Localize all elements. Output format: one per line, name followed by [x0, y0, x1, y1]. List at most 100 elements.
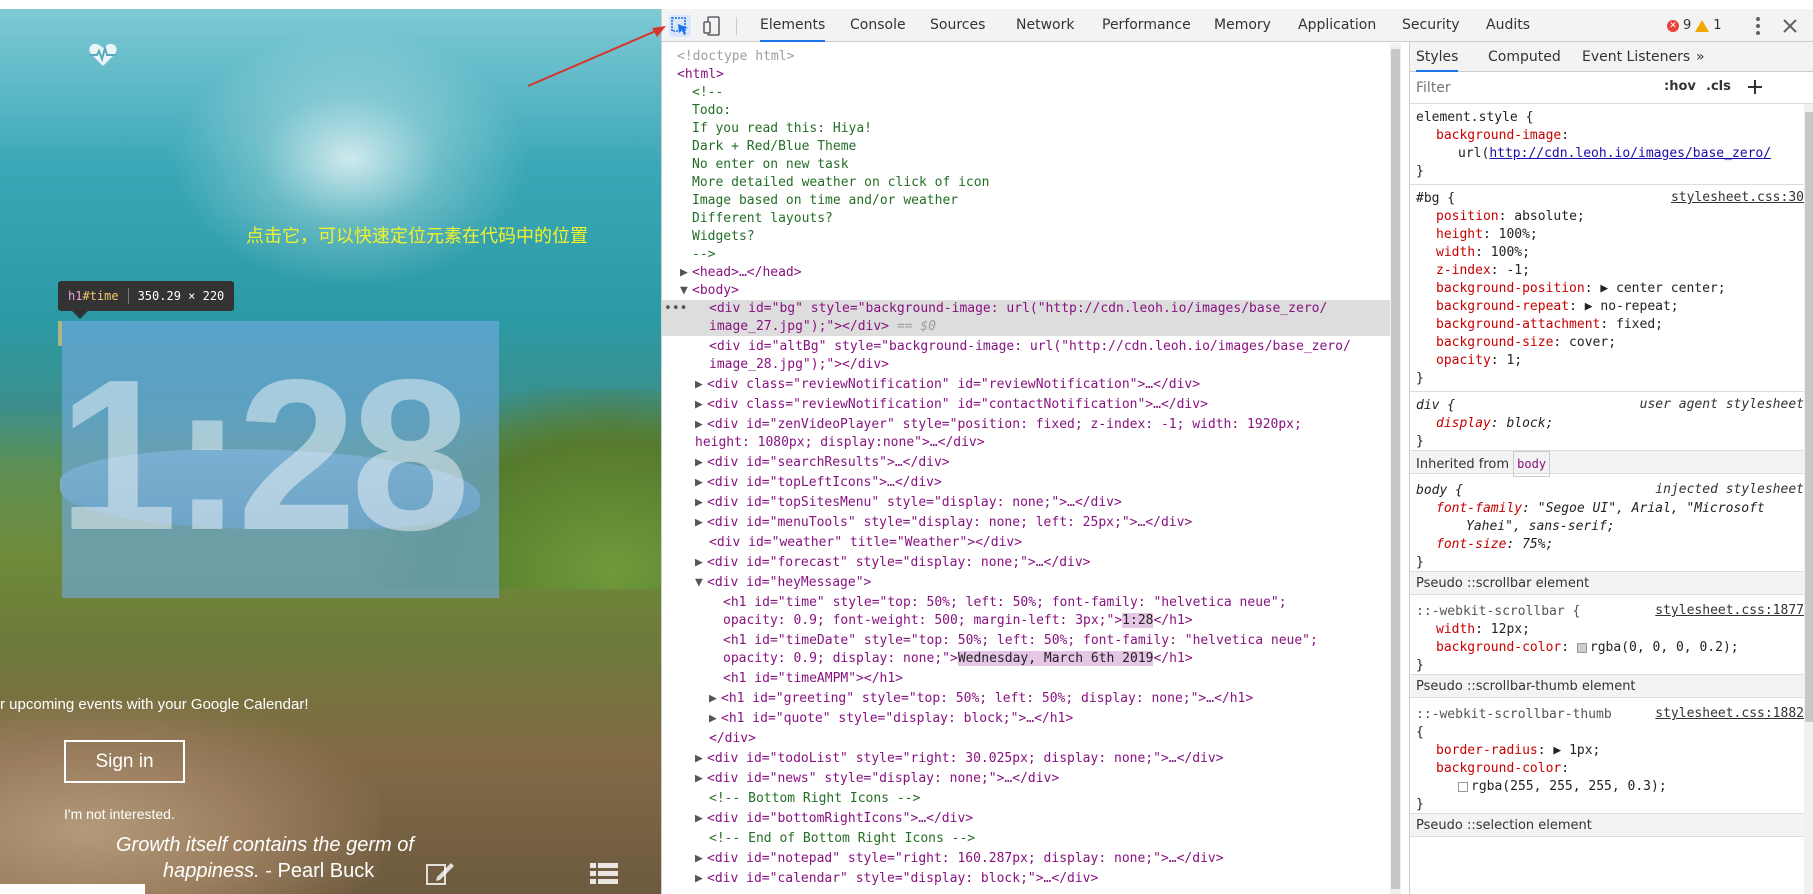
dom-line[interactable]: ▶ <div id="calendar" style="display: bloc… [695, 870, 1098, 888]
dom-line[interactable]: ▶ <div id="searchResults">…</div> [695, 454, 950, 472]
styles-scrollbar-thumb[interactable] [1805, 112, 1813, 722]
tab-event-listeners[interactable]: Event Listeners [1582, 42, 1690, 72]
inspect-element-icon[interactable] [669, 15, 691, 37]
tab-audits[interactable]: Audits [1486, 9, 1530, 42]
styles-filter-input[interactable] [1416, 77, 1656, 99]
dom-line[interactable]: ▼ <div id="heyMessage"> [695, 574, 871, 592]
ellipsis-icon[interactable]: ••• [664, 300, 687, 318]
style-property[interactable]: border-radius: ▶ 1px; [1436, 742, 1600, 760]
tab-console[interactable]: Console [850, 9, 906, 42]
new-style-rule-icon[interactable] [1746, 78, 1764, 96]
dom-line[interactable]: <!-- Bottom Right Icons --> [709, 790, 920, 808]
dom-line[interactable]: <!doctype html> [677, 48, 794, 66]
tab-application[interactable]: Application [1298, 9, 1376, 42]
dom-line[interactable]: Dark + Red/Blue Theme [692, 138, 856, 156]
dom-line[interactable]: <html> [677, 66, 724, 84]
not-interested-link[interactable]: I'm not interested. [64, 806, 175, 822]
dom-line[interactable]: <!-- End of Bottom Right Icons --> [709, 830, 975, 848]
dom-line[interactable]: ▶ <h1 id="quote" style="display: block;">… [709, 710, 1073, 728]
dom-line[interactable]: Image based on time and/or weather [692, 192, 958, 210]
tab-network[interactable]: Network [1016, 9, 1074, 42]
dom-line[interactable]: <div id="weather" title="Weather"></div> [709, 534, 1022, 552]
dom-line-selected[interactable]: image_27.jpg");"></div> == $0 [662, 318, 1390, 336]
heart-pulse-icon[interactable] [88, 42, 118, 68]
style-property[interactable]: background-color: rgba(0, 0, 0, 0.2); [1436, 639, 1739, 657]
dom-line[interactable]: ▶ <div id="zenVideoPlayer" style="positio… [695, 416, 1302, 434]
source-link[interactable]: stylesheet.css:1877 [1655, 603, 1804, 618]
style-property[interactable]: background-size: cover; [1436, 334, 1616, 352]
style-property[interactable]: background-image: [1436, 127, 1569, 145]
style-property[interactable]: display: block; [1436, 415, 1553, 433]
sign-in-button[interactable]: Sign in [64, 740, 185, 783]
dom-line[interactable]: <div id="altBg" style="background-image:… [709, 338, 1351, 356]
tab-styles[interactable]: Styles [1416, 42, 1459, 72]
dom-line[interactable]: <h1 id="timeDate" style="top: 50%; left:… [723, 632, 1318, 650]
dom-line[interactable]: ▶ <div id="forecast" style="display: none… [695, 554, 1091, 572]
dom-line[interactable]: No enter on new task [692, 156, 849, 174]
style-property[interactable]: width: 100%; [1436, 244, 1530, 262]
style-property[interactable]: font-family: "Segoe UI", Arial, "Microso… [1436, 500, 1765, 518]
dom-line[interactable]: ▶ <div id="topLeftIcons">…</div> [695, 474, 942, 492]
style-value[interactable]: rgba(255, 255, 255, 0.3); [1458, 778, 1667, 796]
dom-line[interactable]: <h1 id="timeAMPM"></h1> [723, 670, 903, 688]
dom-line[interactable]: ▶ <div class="reviewNotification" id="rev… [695, 376, 1200, 394]
tab-elements[interactable]: Elements [760, 9, 826, 42]
dom-line[interactable]: ▶ <div class="reviewNotification" id="con… [695, 396, 1208, 414]
more-options-icon[interactable] [1748, 15, 1768, 37]
style-property[interactable]: opacity: 1; [1436, 352, 1522, 370]
more-tabs-icon[interactable]: » [1696, 42, 1705, 72]
color-swatch[interactable] [1576, 642, 1587, 653]
dom-line[interactable]: height: 1080px; display:none">…</div> [695, 434, 985, 452]
dom-line[interactable]: ▶ <head>…</head> [680, 264, 802, 282]
dom-line[interactable]: ▶ <div id="topSitesMenu" style="display: … [695, 494, 1122, 512]
dom-line[interactable]: Different layouts? [692, 210, 833, 228]
style-value[interactable]: url(http://cdn.leoh.io/images/base_zero/ [1458, 145, 1771, 163]
close-icon[interactable] [1779, 15, 1801, 37]
tab-computed[interactable]: Computed [1488, 42, 1561, 72]
dom-line[interactable]: image_28.jpg");"></div> [709, 356, 889, 374]
dom-line[interactable]: </div> [709, 730, 756, 748]
tab-security[interactable]: Security [1402, 9, 1460, 42]
style-property[interactable]: background-position: ▶ center center; [1436, 280, 1726, 298]
style-property[interactable]: background-repeat: ▶ no-repeat; [1436, 298, 1679, 316]
tab-sources[interactable]: Sources [930, 9, 985, 42]
dom-line[interactable]: ▶ <h1 id="greeting" style="top: 50%; left… [709, 690, 1253, 708]
style-property[interactable]: background-color: [1436, 760, 1569, 778]
dom-line[interactable]: ▼ <body> [680, 282, 739, 300]
style-property[interactable]: width: 12px; [1436, 621, 1530, 639]
hov-toggle[interactable]: :hov [1664, 79, 1696, 94]
style-property[interactable]: font-size: 75%; [1436, 536, 1553, 554]
dom-line[interactable]: ▶ <div id="news" style="display: none;">…… [695, 770, 1059, 788]
dom-line[interactable]: <h1 id="time" style="top: 50%; left: 50%… [723, 594, 1287, 612]
dom-line[interactable]: Todo: [692, 102, 731, 120]
cls-toggle[interactable]: .cls [1706, 79, 1731, 94]
dom-line[interactable]: If you read this: Hiya! [692, 120, 872, 138]
rule-selector: element.style { [1416, 110, 1534, 125]
dom-line[interactable]: --> [692, 246, 715, 264]
source-link[interactable]: stylesheet.css:30 [1671, 190, 1804, 205]
dom-line[interactable]: opacity: 0.9; display: none;">Wednesday,… [723, 650, 1193, 668]
error-warning-counter[interactable]: ✕ 9 1 [1667, 9, 1722, 42]
style-property[interactable]: z-index: -1; [1436, 262, 1530, 280]
dom-line[interactable]: opacity: 0.9; font-weight: 500; margin-l… [723, 612, 1193, 630]
dom-line[interactable]: ▶ <div id="notepad" style="right: 160.287… [695, 850, 1224, 868]
dom-line[interactable]: <!-- [692, 84, 723, 102]
source-link[interactable]: stylesheet.css:1882 [1655, 706, 1804, 721]
elements-scrollbar-thumb[interactable] [1391, 49, 1400, 889]
style-property[interactable]: height: 100%; [1436, 226, 1538, 244]
tab-performance[interactable]: Performance [1102, 9, 1191, 42]
style-property[interactable]: position: absolute; [1436, 208, 1585, 226]
tab-memory[interactable]: Memory [1214, 9, 1271, 42]
dom-line[interactable]: More detailed weather on click of icon [692, 174, 989, 192]
notepad-icon[interactable] [425, 860, 455, 886]
dom-line-selected[interactable]: <div id="bg" style="background-image: ur… [662, 300, 1390, 318]
device-toolbar-icon[interactable] [702, 15, 724, 37]
dom-line[interactable]: ▶ <div id="menuTools" style="display: non… [695, 514, 1192, 532]
inherited-body-badge[interactable]: body [1513, 451, 1551, 477]
todo-list-icon[interactable] [589, 860, 619, 886]
dom-line[interactable]: ▶ <div id="todoList" style="right: 30.025… [695, 750, 1224, 768]
color-swatch[interactable] [1458, 781, 1468, 792]
dom-line[interactable]: ▶ <div id="bottomRightIcons">…</div> [695, 810, 973, 828]
style-property[interactable]: background-attachment: fixed; [1436, 316, 1663, 334]
dom-line[interactable]: Widgets? [692, 228, 755, 246]
